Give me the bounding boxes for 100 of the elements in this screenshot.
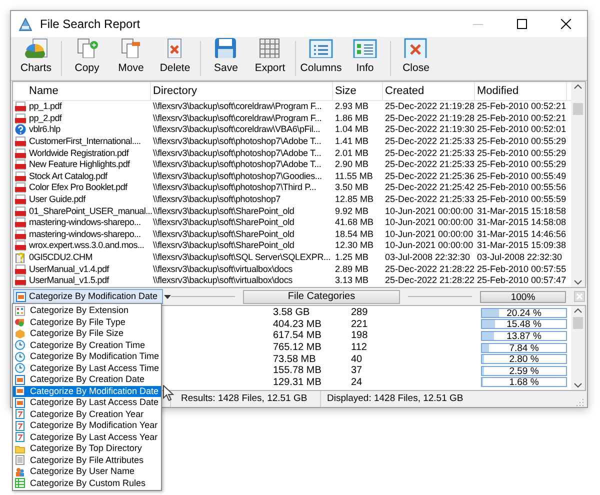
table-cell: 25-Feb-2010 00:55:29 (477, 159, 566, 170)
percent-bar: 7.84 % (481, 342, 567, 353)
table-cell: 41.68 MB (335, 217, 374, 228)
table-cell-text: 617.54 MB (273, 330, 322, 342)
table-cell: UserManual_v1.4.pdf (29, 264, 109, 275)
table-cell: 03-Jul-2008 22:32:30 (477, 252, 562, 262)
dropdown-item[interactable]: Categorize By Top Directory (13, 443, 161, 454)
table-cell: 25-Dec-2022 21:28:22 (385, 275, 475, 286)
pdf-file-icon (15, 170, 26, 182)
table-cell: 10-Jun-2021 00:00:00 (385, 228, 474, 239)
table-cell: \\flexsrv3\backup\soft\SharePoint_old (153, 217, 294, 228)
column-header[interactable]: Directory (151, 82, 333, 100)
dropdown-item[interactable]: Categorize By User Name (13, 466, 161, 478)
table-cell: 25-Dec-2022 21:25:33 (385, 136, 475, 146)
maximize-icon[interactable] (517, 19, 527, 29)
close-toolbar-button[interactable]: Close (395, 37, 437, 80)
table-cell: 1.41 MB (335, 136, 369, 146)
dropdown-item[interactable]: Categorize By File Type (13, 316, 161, 328)
scroll-down-icon[interactable] (574, 383, 582, 388)
table-cell: \\flexsrv3\backup\soft\virtualbox\docs (153, 264, 292, 274)
table-cell: 25-Feb-2010 00:55:49 (477, 170, 566, 181)
pdf-file-icon (15, 217, 26, 228)
table-cell: 25-Dec-2022 21:19:28 (385, 112, 475, 123)
file-categories-button[interactable]: File Categories (243, 290, 400, 304)
dropdown-item[interactable]: Categorize By Custom Rules (13, 478, 161, 489)
table-cell: 31-Mar-2015 14:46:56 (477, 228, 566, 239)
table-cell: 25-Dec-2022 21:25:33 (385, 194, 475, 204)
calendar-page-icon (15, 409, 25, 420)
table-cell: 25-Feb-2010 00:55:59 (477, 194, 566, 204)
column-header[interactable]: Created (383, 82, 475, 100)
table-cell: 2.89 MB (335, 264, 369, 274)
table-grid-icon (258, 37, 282, 58)
dropdown-item[interactable]: Categorize By Last Access Year (13, 432, 161, 443)
dropdown-item[interactable]: Categorize By File Size (13, 328, 161, 340)
scrollbar-thumb[interactable] (573, 103, 583, 115)
dropdown-item[interactable]: Categorize By Creation Year (13, 408, 161, 420)
scrollbar-thumb[interactable] (573, 317, 583, 329)
table-cell: \\flexsrv3\backup\soft\SQL Server\SQLEXPR... (153, 252, 330, 262)
table-cell: 25-Feb-2010 00:55:56 (477, 182, 566, 192)
dropdown-item[interactable]: Categorize By File Attributes (13, 454, 161, 466)
dropdown-item[interactable]: Categorize By Creation Date (13, 374, 161, 386)
dropdown-arrow-icon (164, 294, 171, 298)
table-cell: 10-Jun-2021 00:00:00 (385, 206, 474, 216)
table-cell: 25-Dec-2022 21:19:30 (385, 124, 475, 134)
table-cell: 25-Dec-2022 21:19:28 (385, 101, 475, 112)
charts-toolbar-button[interactable]: Charts (15, 37, 57, 80)
column-header[interactable]: Modified (475, 82, 567, 100)
dropdown-item[interactable]: Categorize By Creation Time (13, 340, 161, 351)
clock-icon (15, 340, 25, 350)
column-header[interactable]: Size (333, 82, 383, 100)
table-cell: mastering-windows-sharepo... (29, 228, 141, 240)
dropdown-item[interactable]: Categorize By Last Access Date (13, 397, 161, 408)
info-toolbar-button[interactable]: Info (344, 37, 386, 80)
scroll-up-icon[interactable] (574, 84, 582, 89)
calendar-page-icon (15, 420, 25, 431)
save-toolbar-button[interactable]: Save (205, 37, 247, 80)
table-cell: mastering-windows-sharepo... (29, 217, 141, 228)
table-cell: 2.93 MB (335, 101, 369, 112)
table-cell: New Feature Highlights.pdf (29, 159, 130, 170)
delete-toolbar-button[interactable]: Delete (154, 37, 196, 80)
table-cell: 2.01 MB (335, 148, 369, 158)
table-cell: 25-Dec-2022 21:25:33 (385, 159, 475, 170)
close-icon[interactable] (561, 19, 571, 29)
table-cell: 12.85 MB (335, 194, 374, 204)
percent-bar: 1.68 % (481, 377, 567, 388)
table-cell: 9.92 MB (335, 206, 369, 216)
table-cell: Stock Art Catalog.pdf (29, 170, 108, 182)
column-header[interactable]: Name (13, 82, 151, 100)
table-cell: Worldwide Registration.pdf (29, 148, 129, 159)
pdf-file-icon (15, 182, 26, 194)
move-toolbar-button[interactable]: Move (110, 37, 152, 80)
dropdown-item[interactable]: Categorize By Last Access Time (13, 362, 161, 374)
table-cell: \\flexsrv3\backup\soft\photoshop7\Goodies... (153, 170, 322, 181)
pdf-file-icon (15, 240, 26, 252)
dropdown-item[interactable]: Categorize By Modification Date (13, 386, 161, 397)
pdf-file-icon (15, 136, 26, 148)
dropdown-item[interactable]: Categorize By Modification Year (13, 420, 161, 432)
info-panel-icon (353, 37, 377, 58)
table-cell: \\flexsrv3\backup\soft\SharePoint_old (153, 206, 294, 216)
dropdown-item[interactable]: Categorize By Extension (13, 305, 161, 316)
table-cell-text: 40 (351, 354, 364, 365)
table-cell: \\flexsrv3\backup\soft\photoshop7\Adobe T... (153, 159, 322, 170)
app-icon (19, 18, 32, 30)
window-title: File Search Report (40, 16, 140, 33)
export-toolbar-button[interactable]: Export (249, 37, 291, 80)
dropdown-item[interactable]: Categorize By Modification Time (13, 351, 161, 362)
scroll-up-icon[interactable] (574, 308, 582, 313)
table-cell: Color Efex Pro Booklet.pdf (29, 182, 128, 194)
table-cell: 25-Feb-2010 00:52:01 (477, 124, 566, 134)
list-window-icon (309, 37, 333, 58)
help-icon (15, 124, 26, 136)
pdf-file-icon (15, 206, 26, 217)
scroll-down-icon[interactable] (574, 280, 582, 285)
table-cell: pp_2.pdf (29, 112, 62, 124)
columns-toolbar-button[interactable]: Columns (300, 37, 342, 80)
table-cell-text: 3.58 GB (273, 307, 311, 318)
pdf-file-icon (15, 159, 26, 170)
copy-toolbar-button[interactable]: Copy (66, 37, 108, 80)
table-cell: \\flexsrv3\backup\soft\coreldraw\Program F... (153, 101, 322, 112)
table-cell: \\flexsrv3\backup\soft\virtualbox\docs (153, 275, 292, 286)
